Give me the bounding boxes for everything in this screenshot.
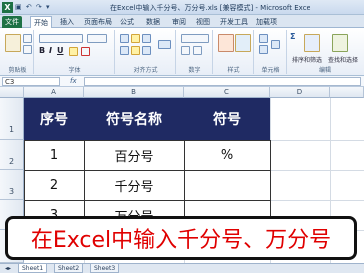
tab-file[interactable]: 文件 [2,16,22,28]
find-select-icon[interactable] [332,34,348,52]
comma-style-icon[interactable] [193,46,202,55]
table-cell[interactable]: 千分号 [84,170,184,200]
tab-addins[interactable]: 加载项 [256,16,277,28]
group-label-editing: 编辑 [318,67,331,74]
row-header-3[interactable]: 3 [0,170,24,200]
table-header-symbol[interactable]: 符号 [184,98,270,140]
ribbon: 剪贴板 B I U 字体 对齐方式 数字 样式 单元格 Σ 排序和筛选 查找和选… [0,28,364,76]
fill-color-icon[interactable] [69,47,78,56]
sheet-nav-arrows-icon[interactable]: ◂▸ [2,264,14,273]
table-cell[interactable]: 1 [24,140,84,170]
row-header-2[interactable]: 2 [0,140,24,170]
formula-bar: C3 fx [0,76,364,87]
formula-input[interactable] [84,77,361,86]
merge-center-icon[interactable] [158,40,171,49]
paste-icon[interactable] [5,34,21,52]
name-box[interactable]: C3 [2,77,60,86]
delete-cells-icon[interactable] [259,45,268,54]
table-header-name[interactable]: 符号名称 [84,98,184,140]
conditional-format-icon[interactable] [218,34,234,52]
format-cells-icon[interactable] [271,40,280,49]
group-label-clipboard: 剪贴板 [8,67,27,74]
find-select-label: 查找和选择 [328,57,359,64]
sheet-tab-2[interactable]: Sheet2 [54,264,84,273]
column-header-d[interactable]: D [270,87,330,98]
align-top-icon[interactable] [120,34,129,43]
window-title: 在Excel中输入千分号、万分号.xls [兼容模式] - Microsoft … [110,4,310,12]
align-right-icon[interactable] [142,46,151,55]
ribbon-group-styles: 样式 [214,30,254,74]
quick-access-toolbar[interactable]: ▣ ↶ ↷ ▾ [15,3,51,11]
insert-cells-icon[interactable] [259,34,268,43]
group-label-styles: 样式 [227,67,240,74]
column-header-c[interactable]: C [184,87,270,98]
caption-banner: 在Excel中输入千分号、万分号 [5,216,357,260]
select-all-corner[interactable] [0,87,24,98]
align-center-icon[interactable] [131,46,140,55]
percent-style-icon[interactable] [181,46,190,55]
tab-developer[interactable]: 开发工具 [220,16,248,28]
ribbon-group-clipboard: 剪贴板 [2,30,34,74]
ribbon-group-editing: Σ 排序和筛选 查找和选择 编辑 [288,30,362,74]
tab-home[interactable]: 开始 [30,16,52,28]
sort-filter-icon[interactable] [304,34,320,52]
group-label-number: 数字 [188,67,201,74]
copy-icon[interactable] [23,45,32,54]
excel-logo-icon[interactable]: X [2,2,13,13]
number-format-select[interactable] [181,34,209,43]
ribbon-tabs: 文件 开始 插入 页面布局 公式 数据 审阅 视图 开发工具 加载项 [0,15,364,28]
italic-icon[interactable]: I [49,46,52,55]
row-header-1[interactable]: 1 [0,98,24,140]
table-cell-selected[interactable] [184,170,270,200]
fx-icon[interactable]: fx [70,77,77,85]
tab-formulas[interactable]: 公式 [120,16,134,28]
table-cell[interactable]: % [184,140,270,170]
cut-icon[interactable] [23,34,32,43]
tab-insert[interactable]: 插入 [60,16,74,28]
align-middle-icon[interactable] [131,34,140,43]
sort-filter-label: 排序和筛选 [292,57,323,64]
format-as-table-icon[interactable] [235,34,251,52]
font-name-select[interactable] [39,34,83,43]
ribbon-group-alignment: 对齐方式 [116,30,176,74]
caption-text: 在Excel中输入千分号、万分号 [30,228,332,253]
sheet-tab-bar: ◂▸ Sheet1 Sheet2 Sheet3 [0,263,364,273]
column-header-e[interactable] [330,87,364,98]
table-cell[interactable]: 2 [24,170,84,200]
underline-icon[interactable]: U [57,46,64,55]
column-header-a[interactable]: A [24,87,84,98]
bold-icon[interactable]: B [39,46,45,55]
ribbon-group-number: 数字 [177,30,213,74]
font-size-select[interactable] [87,34,107,43]
sheet-tab-3[interactable]: Sheet3 [90,264,120,273]
tab-review[interactable]: 审阅 [172,16,186,28]
tab-data[interactable]: 数据 [146,16,160,28]
ribbon-group-font: B I U 字体 [35,30,115,74]
align-bottom-icon[interactable] [142,34,151,43]
tab-view[interactable]: 视图 [196,16,210,28]
autosum-icon[interactable]: Σ [290,32,295,41]
title-bar: X ▣ ↶ ↷ ▾ 在Excel中输入千分号、万分号.xls [兼容模式] - … [0,0,364,15]
column-header-b[interactable]: B [84,87,184,98]
group-label-cells: 单元格 [261,67,280,74]
group-label-font: 字体 [68,67,81,74]
table-cell[interactable]: 百分号 [84,140,184,170]
group-label-alignment: 对齐方式 [133,67,158,74]
font-color-icon[interactable] [81,47,90,56]
sheet-tab-1[interactable]: Sheet1 [18,264,48,273]
align-left-icon[interactable] [120,46,129,55]
ribbon-group-cells: 单元格 [255,30,287,74]
tab-page-layout[interactable]: 页面布局 [84,16,112,28]
table-header-index[interactable]: 序号 [24,98,84,140]
